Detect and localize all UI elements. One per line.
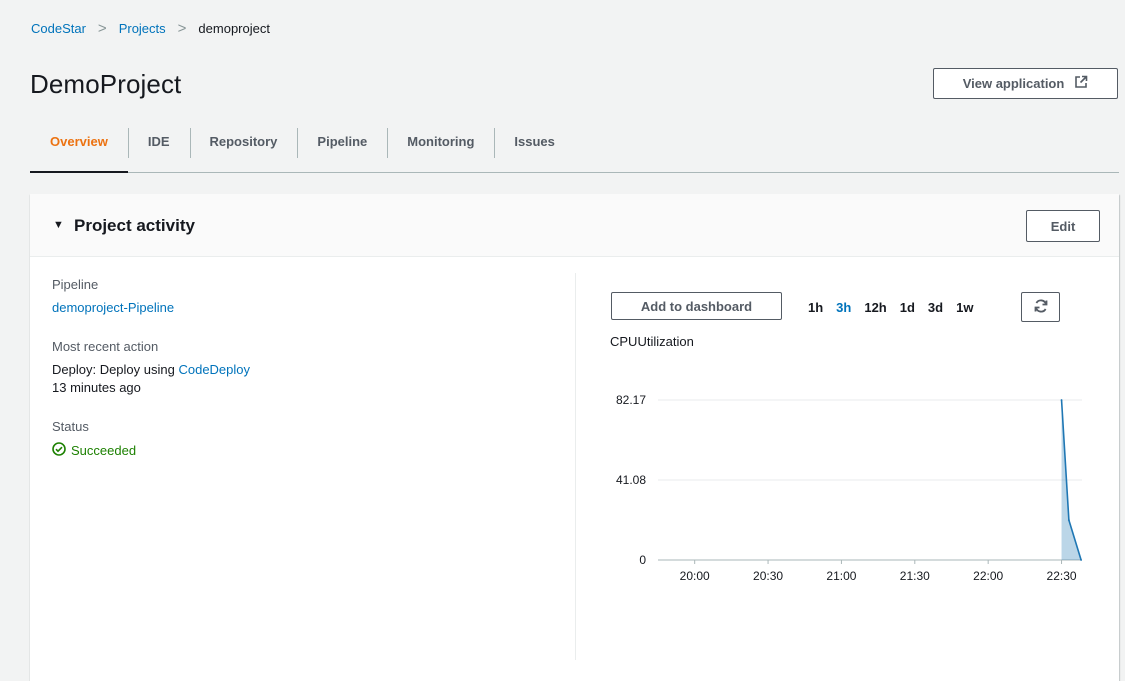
range-1w[interactable]: 1w [956, 300, 973, 315]
time-range-selector: 1h 3h 12h 1d 3d 1w [808, 300, 986, 315]
breadcrumb: CodeStar > Projects > demoproject [31, 20, 270, 37]
breadcrumb-separator: > [97, 20, 107, 37]
external-link-icon [1074, 75, 1088, 92]
range-12h[interactable]: 12h [864, 300, 886, 315]
status-value: Succeeded [52, 442, 250, 459]
x-tick-label: 20:00 [680, 569, 710, 583]
project-activity-panel: ▼ Project activity Edit Pipeline demopro… [30, 194, 1119, 681]
data-point [1080, 559, 1083, 561]
tab-label: Issues [514, 133, 555, 149]
recent-action-label: Most recent action [52, 339, 159, 354]
view-application-button[interactable]: View application [933, 68, 1118, 99]
tab-ide[interactable]: IDE [127, 122, 190, 172]
status-label: Status [52, 419, 89, 434]
tab-label: Repository [209, 133, 278, 149]
breadcrumb-codestar[interactable]: CodeStar [31, 21, 86, 36]
status-text: Succeeded [71, 443, 137, 458]
breadcrumb-separator: > [177, 20, 187, 37]
data-point [1067, 519, 1070, 521]
pipeline-label: Pipeline [52, 277, 99, 292]
tab-pipeline[interactable]: Pipeline [297, 122, 387, 172]
x-tick-label: 21:00 [826, 569, 856, 583]
data-point [1060, 399, 1063, 401]
pipeline-link[interactable]: demoproject-Pipeline [52, 300, 174, 315]
codedeploy-link[interactable]: CodeDeploy [178, 362, 250, 377]
activity-details: Pipeline demoproject-Pipeline Most recen… [52, 277, 250, 459]
view-application-label: View application [962, 76, 1065, 91]
tab-bar: Overview IDE Repository Pipeline Monitor… [30, 122, 1119, 173]
recent-action-text: Deploy: Deploy using [52, 362, 179, 377]
x-tick-label: 21:30 [900, 569, 930, 583]
panel-title: Project activity [74, 216, 195, 235]
recent-action-time: 13 minutes ago [52, 380, 141, 395]
edit-button[interactable]: Edit [1026, 210, 1100, 242]
tab-label: Monitoring [407, 133, 475, 149]
tab-issues[interactable]: Issues [494, 122, 574, 172]
y-tick-label: 82.17 [616, 393, 646, 407]
cpu-utilization-chart: 0 41.08 82.17 20:00 20:30 21:00 21:30 22:00 22:3… [616, 393, 1083, 583]
add-to-dashboard-button[interactable]: Add to dashboard [611, 292, 782, 320]
x-tick-label: 22:30 [1047, 569, 1077, 583]
x-tick-label: 20:30 [753, 569, 783, 583]
x-tick-label: 22:00 [973, 569, 1003, 583]
range-1d[interactable]: 1d [900, 300, 915, 315]
page: CodeStar > Projects > demoproject DemoPr… [0, 0, 1125, 681]
breadcrumb-projects[interactable]: Projects [119, 21, 166, 36]
caret-down-icon[interactable]: ▼ [53, 219, 64, 231]
range-3d[interactable]: 3d [928, 300, 943, 315]
range-3h[interactable]: 3h [836, 300, 851, 315]
breadcrumb-current: demoproject [198, 21, 270, 36]
refresh-icon [1033, 298, 1049, 317]
column-divider [575, 273, 576, 660]
y-tick-label: 41.08 [616, 473, 646, 487]
panel-header[interactable]: ▼ Project activity Edit [30, 194, 1119, 257]
y-tick-label: 0 [639, 553, 646, 567]
tab-overview[interactable]: Overview [30, 122, 128, 173]
metric-name: CPUUtilization [610, 334, 694, 349]
range-1h[interactable]: 1h [808, 300, 823, 315]
tab-label: IDE [147, 133, 170, 149]
tab-repository[interactable]: Repository [189, 122, 298, 172]
tab-label: Overview [50, 133, 108, 149]
tab-monitoring[interactable]: Monitoring [387, 122, 494, 172]
check-circle-icon [52, 442, 71, 459]
tab-label: Pipeline [317, 133, 368, 149]
page-title: DemoProject [30, 69, 182, 99]
recent-action-value: Deploy: Deploy using CodeDeploy [52, 362, 250, 377]
refresh-button[interactable] [1021, 292, 1060, 322]
